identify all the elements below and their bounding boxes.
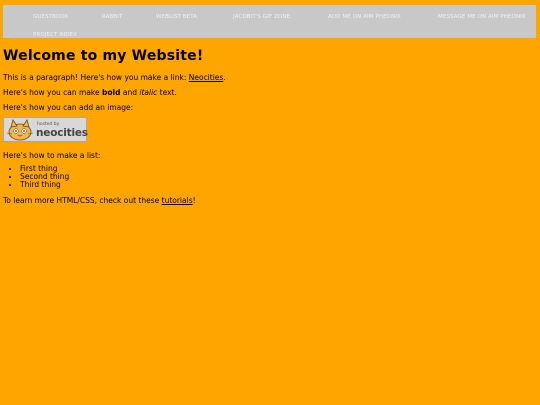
nav-link-gif-zone[interactable]: JACOBIT'S GIF ZONE xyxy=(233,14,290,20)
paragraph-text: This is a paragraph! Here's how you make… xyxy=(3,73,189,82)
paragraph-punct: . xyxy=(223,73,226,82)
nav-link-add-aim[interactable]: ADD ME ON AIM PHEONIX xyxy=(328,14,401,20)
nav-link-rabbit[interactable]: RABBIT xyxy=(102,14,123,20)
paragraph-link-example: This is a paragraph! Here's how you make… xyxy=(3,73,226,82)
italic-text: italic xyxy=(139,88,158,97)
nav-link-weblist-beta[interactable]: WEBLIST BETA xyxy=(156,14,197,20)
paragraph-punct: ! xyxy=(192,196,196,205)
paragraph-tutorials: To learn more HTML/CSS, check out these … xyxy=(3,196,196,205)
paragraph-list-intro: Here's how to make a list: xyxy=(3,151,101,160)
hosted-by-neocities-badge[interactable]: hosted by neocities xyxy=(3,117,88,142)
tutorials-link[interactable]: tutorials xyxy=(162,196,193,205)
neocities-link[interactable]: Neocities xyxy=(189,73,224,82)
badge-neocities: neocities xyxy=(36,127,88,139)
example-list: First thing Second thing Third thing xyxy=(3,165,69,189)
page-title: Welcome to my Website! xyxy=(3,48,204,64)
paragraph-text: text. xyxy=(157,88,177,97)
nav-link-guestbook[interactable]: GUESTBOOK xyxy=(33,14,68,20)
top-navbar: GUESTBOOK RABBIT WEBLIST BETA JACOBIT'S … xyxy=(3,5,536,38)
nav-link-message-aim[interactable]: MESSAGE ME ON AIM PHEONIX xyxy=(438,14,526,20)
nav-link-project-index[interactable]: PROJECT INDEX xyxy=(33,32,77,38)
bold-text: bold xyxy=(102,88,121,97)
paragraph-formatting-example: Here's how you can make bold and italic … xyxy=(3,88,177,97)
list-item: Third thing xyxy=(20,181,69,189)
paragraph-text: To learn more HTML/CSS, check out these xyxy=(3,196,162,205)
paragraph-text: Here's how you can make xyxy=(3,88,102,97)
neocities-cat-icon xyxy=(6,119,34,141)
paragraph-image-intro: Here's how you can add an image: xyxy=(3,103,134,112)
paragraph-text: and xyxy=(120,88,140,97)
